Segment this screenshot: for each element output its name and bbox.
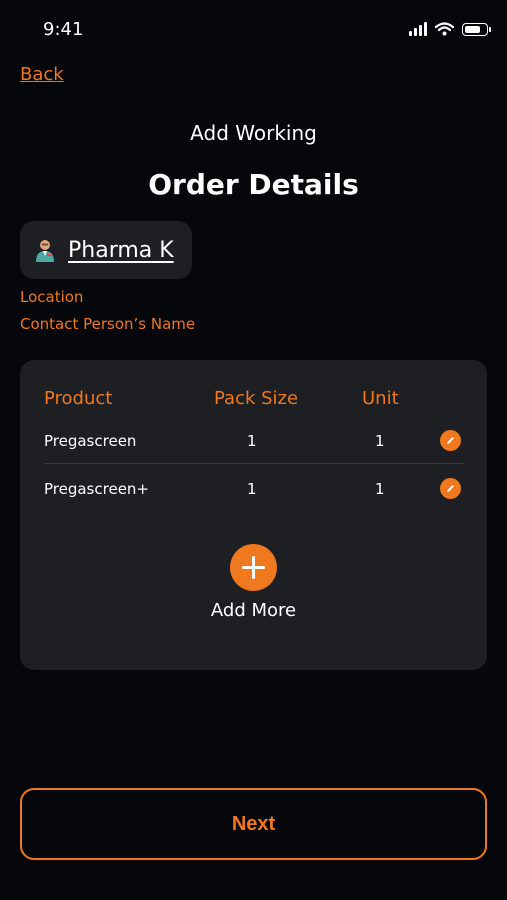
wifi-icon (435, 22, 454, 36)
column-header-pack-size: Pack Size (214, 388, 299, 409)
page-title: Order Details (148, 168, 359, 201)
edit-row-button[interactable] (440, 478, 461, 499)
status-bar: 9:41 (0, 0, 507, 60)
pharmacy-name: Pharma K (68, 237, 174, 263)
add-more-button[interactable] (230, 544, 277, 591)
order-card: Product Pack Size Unit Pregascreen 1 1 P… (20, 360, 487, 670)
cell-pack-size: 1 (247, 480, 257, 498)
page-subtitle: Add Working (190, 121, 317, 145)
pencil-icon (447, 485, 454, 492)
status-icons (409, 22, 491, 36)
column-header-unit: Unit (362, 388, 399, 409)
pharmacy-chip[interactable]: Pharma K (20, 221, 192, 279)
cell-pack-size: 1 (247, 432, 257, 450)
battery-icon (462, 22, 491, 36)
location-label: Location (20, 288, 84, 306)
edit-row-button[interactable] (440, 430, 461, 451)
cell-unit: 1 (375, 432, 385, 450)
pencil-icon (447, 437, 454, 444)
next-button[interactable]: Next (20, 788, 487, 860)
add-more-label: Add More (210, 600, 297, 621)
pharmacist-avatar-icon (36, 240, 54, 262)
contact-person-label: Contact Person’s Name (20, 315, 196, 333)
column-header-product: Product (44, 388, 113, 409)
cell-unit: 1 (375, 480, 385, 498)
status-time: 9:41 (43, 19, 84, 40)
back-button[interactable]: Back (20, 64, 64, 85)
cell-product: Pregascreen (44, 432, 137, 450)
row-divider (44, 463, 464, 464)
cell-product: Pregascreen+ (44, 480, 149, 498)
cellular-signal-icon (409, 22, 427, 36)
